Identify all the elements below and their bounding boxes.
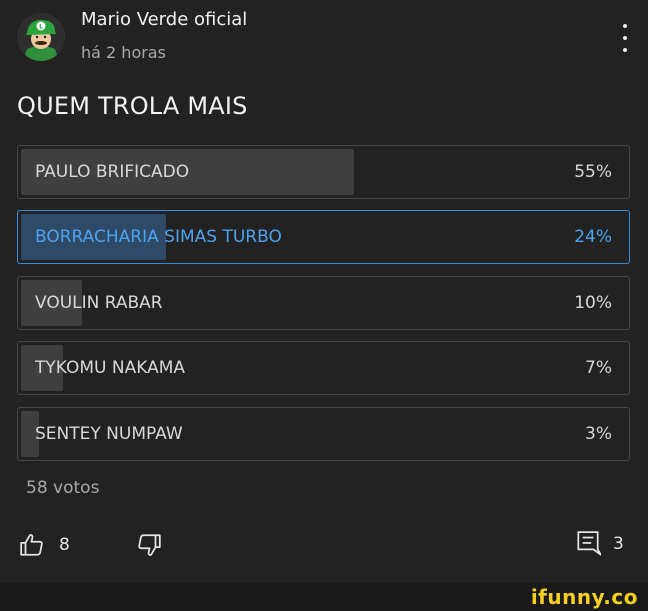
- kebab-dot: [623, 48, 627, 52]
- comment-count: 3: [613, 534, 624, 554]
- thumbs-down-icon: [138, 534, 161, 556]
- poll-option-4[interactable]: TYKOMU NAKAMA 7%: [17, 341, 630, 395]
- post-header: L Mario Verde oficial há 2 horas: [0, 0, 648, 80]
- vote-count: 58 votos: [26, 478, 100, 498]
- comments-button[interactable]: 3: [575, 530, 624, 558]
- dislike-button[interactable]: [136, 532, 162, 558]
- poll-option-percent: 3%: [585, 424, 612, 444]
- poll-option-label: TYKOMU NAKAMA: [35, 358, 186, 378]
- poll-option-3[interactable]: VOULIN RABAR 10%: [17, 276, 630, 330]
- poll-option-label: VOULIN RABAR: [35, 293, 163, 313]
- kebab-dot: [623, 24, 627, 28]
- ifunny-watermark: ifunny.co: [530, 585, 638, 609]
- poll-option-label: SENTEY NUMPAW: [35, 424, 183, 444]
- svg-text:L: L: [39, 24, 43, 31]
- poll-option-percent: 7%: [585, 358, 612, 378]
- poll-option-percent: 55%: [574, 162, 612, 182]
- poll-option-5[interactable]: SENTEY NUMPAW 3%: [17, 407, 630, 461]
- poll-option-2[interactable]: BORRACHARIA SIMAS TURBO 24%: [17, 210, 630, 264]
- poll-option-1[interactable]: PAULO BRIFICADO 55%: [17, 145, 630, 199]
- comment-icon: [577, 531, 601, 556]
- like-button[interactable]: 8: [19, 532, 70, 558]
- poll-option-label: BORRACHARIA SIMAS TURBO: [35, 227, 282, 247]
- poll-option-percent: 24%: [574, 227, 612, 247]
- more-options-icon[interactable]: [614, 24, 636, 52]
- author-name[interactable]: Mario Verde oficial: [81, 9, 247, 30]
- avatar-image: L: [17, 13, 65, 61]
- post-time: há 2 horas: [81, 43, 166, 62]
- kebab-dot: [623, 36, 627, 40]
- like-count: 8: [59, 535, 70, 555]
- poll-question: QUEM TROLA MAIS: [17, 92, 248, 120]
- poll-option-label: PAULO BRIFICADO: [35, 162, 190, 182]
- thumbs-up-icon: [20, 534, 43, 556]
- poll-option-percent: 10%: [574, 293, 612, 313]
- avatar[interactable]: L: [17, 13, 65, 61]
